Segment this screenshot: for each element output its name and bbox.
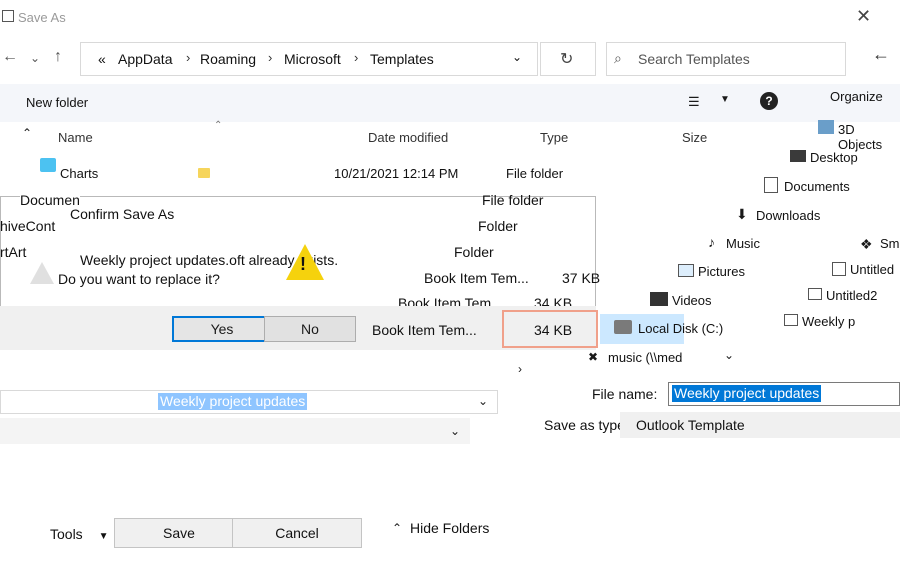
breadcrumb-templates[interactable]: Templates (370, 51, 434, 67)
download-icon: ⬇ (736, 206, 748, 222)
breadcrumb-microsoft[interactable]: Microsoft (284, 51, 341, 67)
smartart-icon: ❖ (860, 236, 873, 252)
chevron-down-icon[interactable]: ⌄ (724, 348, 734, 362)
view-dropdown-icon[interactable]: ▼ (720, 94, 730, 105)
chevron-down-icon: ▼ (98, 531, 109, 542)
dialog-question: Do you want to replace it? (58, 271, 220, 287)
pictures-icon (678, 264, 694, 277)
nav-untitled[interactable]: Untitled (850, 262, 894, 277)
drive-icon (614, 320, 632, 334)
file-name-value: Weekly project updates (672, 385, 822, 402)
save-type-value: Outlook Template (636, 417, 745, 433)
column-size[interactable]: Size (682, 130, 707, 145)
address-dropdown-icon[interactable]: ⌄ (512, 50, 522, 64)
help-icon[interactable]: ? (760, 92, 778, 110)
mail-icon (784, 314, 798, 326)
file-name[interactable]: rtArt (0, 244, 26, 260)
breadcrumb-appdata[interactable]: AppData (118, 51, 172, 67)
up-button[interactable]: ↑ (54, 48, 62, 66)
file-name[interactable]: Charts (60, 166, 98, 181)
file-type: Book Item Tem... (424, 270, 529, 286)
nav-documents[interactable]: Documents (784, 179, 850, 194)
warning-mark: ! (300, 254, 306, 274)
file-type: Folder (454, 244, 494, 260)
nav-local-disk[interactable]: Local Disk (C:) (638, 321, 734, 336)
template-icon (832, 262, 846, 276)
title-bar (0, 0, 900, 36)
warning-icon-ghost (30, 262, 54, 284)
no-button[interactable]: No (264, 316, 356, 342)
sort-icon: ⌃ (214, 120, 223, 131)
save-button[interactable]: Save (114, 518, 244, 548)
file-type: File folder (506, 166, 564, 181)
close-icon[interactable]: ✕ (856, 6, 871, 27)
file-type: Folder (478, 218, 518, 234)
chevron-down-icon[interactable]: ⌄ (450, 424, 460, 438)
mail-icon (808, 288, 822, 300)
tools-button[interactable]: Tools ▼ (50, 526, 108, 542)
yes-button[interactable]: Yes (172, 316, 272, 342)
network-drive-icon: ✖ (588, 350, 599, 364)
breadcrumb-overflow[interactable]: « (98, 51, 106, 67)
file-type: File folder (482, 192, 544, 208)
column-type[interactable]: Type (540, 130, 568, 145)
chevron-right-icon[interactable]: › (268, 50, 272, 65)
file-name-value-ghost: Weekly project updates (158, 393, 308, 410)
back-button[interactable]: ← (2, 48, 18, 66)
tools-label: Tools (50, 526, 83, 542)
nav-weekly[interactable]: Weekly p (802, 314, 855, 329)
column-date[interactable]: Date modified (368, 130, 448, 145)
chevron-up-icon[interactable]: ⌃ (392, 521, 402, 535)
videos-icon (650, 292, 668, 306)
organize-button[interactable]: Organize (830, 89, 883, 104)
nav-music-network[interactable]: music (\\med (608, 350, 682, 365)
dialog-title: Confirm Save As (70, 206, 175, 222)
file-name-label: File name: (592, 386, 658, 402)
nav-3d-objects[interactable]: 3D Objects (838, 122, 900, 152)
file-size: 37 KB (562, 270, 601, 286)
new-folder-button[interactable]: New folder (26, 95, 88, 110)
chevron-down-icon[interactable]: ⌄ (478, 394, 488, 408)
collapse-icon[interactable]: ⌃ (22, 126, 32, 140)
chevron-right-icon[interactable]: › (354, 50, 358, 65)
back-icon[interactable]: ← (872, 44, 890, 65)
nav-pictures[interactable]: Pictures (698, 264, 745, 279)
3d-objects-icon (818, 120, 834, 134)
chevron-down-icon[interactable]: ⌄ (30, 51, 40, 65)
window-title: Save As (18, 10, 66, 25)
refresh-icon: ↻ (560, 51, 574, 68)
chevron-right-icon[interactable]: › (518, 362, 522, 376)
hide-folders-button[interactable]: Hide Folders (410, 520, 489, 536)
view-options-icon[interactable]: ☰ (688, 94, 700, 110)
nav-sm[interactable]: Sm (880, 236, 900, 251)
nav-desktop[interactable]: Desktop (810, 150, 858, 165)
folder-icon (198, 168, 210, 178)
search-icon: ⌕ (614, 50, 622, 66)
nav-videos[interactable]: Videos (672, 293, 712, 308)
chevron-right-icon[interactable]: › (186, 50, 190, 65)
breadcrumb-roaming[interactable]: Roaming (200, 51, 256, 67)
column-name[interactable]: Name (58, 130, 93, 145)
file-date: 10/21/2021 12:14 PM (334, 166, 459, 181)
save-type-label: Save as type: (544, 417, 629, 433)
cancel-button[interactable]: Cancel (232, 518, 362, 548)
save-type-field-ghost[interactable] (0, 418, 470, 444)
nav-music[interactable]: Music (726, 236, 760, 251)
search-placeholder: Search Templates (638, 51, 750, 67)
music-icon: ♪ (708, 234, 715, 250)
nav-downloads[interactable]: Downloads (756, 208, 820, 223)
file-type: Book Item Tem... (372, 322, 477, 338)
documents-icon (764, 177, 778, 193)
charts-icon (40, 158, 56, 172)
size-highlight-box (502, 310, 598, 348)
file-name[interactable]: hiveCont (0, 218, 55, 234)
nav-untitled2[interactable]: Untitled2 (826, 288, 877, 303)
window-icon (2, 10, 14, 22)
desktop-icon (790, 150, 806, 162)
